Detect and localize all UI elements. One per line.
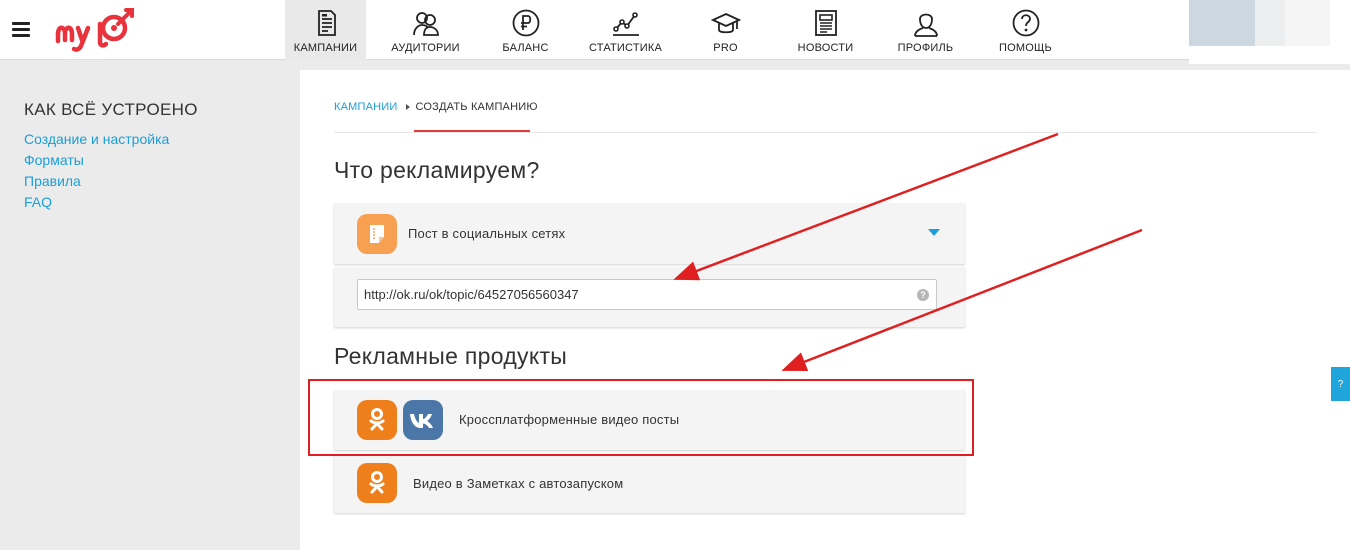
odnoklassniki-icon — [357, 463, 397, 503]
user-icon — [913, 13, 938, 37]
main-nav: КАМПАНИИ АУДИТОРИИ БАЛАНС СТАТИСТИКА PRO… — [285, 0, 1085, 60]
product-crossplatform-video[interactable]: Кроссплатформенные видео посты — [334, 390, 965, 450]
sidebar-title: КАК ВСЁ УСТРОЕНО — [24, 100, 198, 119]
nav-label: ПОМОЩЬ — [999, 42, 1052, 54]
chevron-down-icon[interactable] — [928, 229, 940, 236]
header-placeholder — [1255, 0, 1285, 46]
breadcrumb-active-underline — [414, 130, 530, 132]
breadcrumb-campaigns[interactable]: КАМПАНИИ — [334, 101, 398, 113]
nav-label: СТАТИСТИКА — [589, 42, 662, 54]
nav-help[interactable]: ПОМОЩЬ — [985, 0, 1066, 60]
graduation-cap-icon — [710, 13, 741, 34]
help-icon — [1012, 9, 1039, 37]
nav-label: ПРОФИЛЬ — [897, 42, 954, 54]
breadcrumb-arrow-icon — [405, 104, 410, 110]
header-placeholder — [1189, 46, 1350, 64]
nav-label: НОВОСТИ — [797, 42, 854, 54]
odnoklassniki-icon — [357, 400, 397, 440]
menu-icon[interactable] — [12, 22, 30, 37]
top-bar: КАМПАНИИ АУДИТОРИИ БАЛАНС СТАТИСТИКА PRO… — [0, 0, 1350, 60]
campaigns-icon — [317, 10, 336, 36]
mytarget-logo[interactable] — [52, 4, 138, 54]
nav-label: PRO — [713, 42, 738, 54]
nav-balance[interactable]: БАЛАНС — [485, 0, 566, 60]
side-feedback-tab[interactable]: ? — [1331, 367, 1350, 401]
nav-label: АУДИТОРИИ — [391, 42, 460, 54]
sidebar-link-faq[interactable]: FAQ — [24, 192, 198, 213]
vk-icon — [403, 400, 443, 440]
product-label: Видео в Заметках с автозапуском — [413, 476, 624, 491]
header-placeholder — [1189, 0, 1255, 46]
help-icon[interactable]: ? — [917, 289, 929, 301]
header-placeholder — [1285, 0, 1330, 46]
nav-label: БАЛАНС — [502, 42, 549, 54]
breadcrumb: КАМПАНИИ СОЗДАТЬ КАМПАНИЮ — [334, 101, 538, 113]
object-type-select[interactable]: Пост в социальных сетях — [334, 203, 965, 264]
nav-pro[interactable]: PRO — [685, 0, 766, 60]
audiences-icon — [412, 12, 439, 36]
ruble-icon — [512, 9, 539, 37]
main-panel: КАМПАНИИ СОЗДАТЬ КАМПАНИЮ Что рекламируе… — [300, 70, 1350, 550]
product-notes-video[interactable]: Видео в Заметках с автозапуском — [334, 454, 965, 513]
products-title: Рекламные продукты — [334, 343, 568, 369]
sidebar-link-setup[interactable]: Создание и настройка — [24, 129, 198, 150]
nav-news[interactable]: НОВОСТИ — [785, 0, 866, 60]
newspaper-icon — [814, 10, 837, 36]
nav-audiences[interactable]: АУДИТОРИИ — [385, 0, 466, 60]
breadcrumb-current: СОЗДАТЬ КАМПАНИЮ — [415, 101, 538, 113]
advertise-title: Что рекламируем? — [334, 157, 540, 183]
nav-label: КАМПАНИИ — [293, 42, 358, 54]
divider — [334, 132, 1316, 133]
sidebar-link-formats[interactable]: Форматы — [24, 150, 198, 171]
nav-statistics[interactable]: СТАТИСТИКА — [585, 0, 666, 60]
nav-profile[interactable]: ПРОФИЛЬ — [885, 0, 966, 60]
nav-campaigns[interactable]: КАМПАНИИ — [285, 0, 366, 60]
url-input[interactable] — [357, 279, 937, 310]
chart-icon — [612, 12, 639, 36]
object-type-label: Пост в социальных сетях — [408, 226, 566, 241]
product-label: Кроссплатформенные видео посты — [459, 412, 680, 427]
post-icon — [357, 214, 397, 254]
sidebar-link-rules[interactable]: Правила — [24, 171, 198, 192]
url-card: ? — [334, 267, 965, 327]
help-sidebar: КАК ВСЁ УСТРОЕНО Создание и настройка Фо… — [24, 100, 198, 213]
